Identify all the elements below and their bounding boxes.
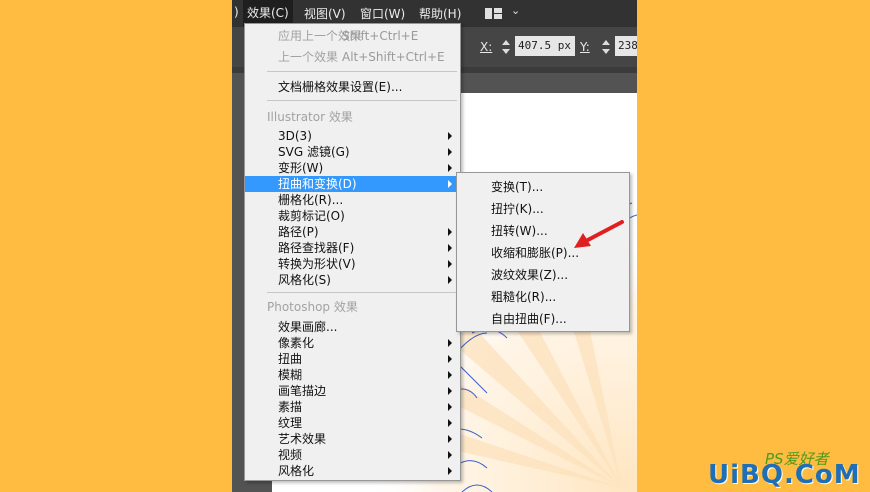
menu-item-warp[interactable]: 变形(W) — [245, 160, 460, 176]
submenu-arrow-icon — [448, 355, 452, 363]
chevron-down-icon[interactable]: ⌄ — [511, 4, 520, 17]
menu-item-sketch[interactable]: 素描 — [245, 399, 460, 415]
menu-item-effect-gallery[interactable]: 效果画廊... — [245, 319, 460, 335]
submenu-arrow-icon — [448, 339, 452, 347]
submenu-item-roughen[interactable]: 粗糙化(R)... — [457, 287, 629, 307]
submenu-arrow-icon — [448, 228, 452, 236]
menu-item-document-raster-settings[interactable]: 文档栅格效果设置(E)... — [245, 79, 460, 95]
menu-item-svg-filters[interactable]: SVG 滤镜(G) — [245, 144, 460, 160]
effect-menu: 应用上一个效果 Shift+Ctrl+E 上一个效果 Alt+Shift+Ctr… — [244, 23, 461, 481]
menu-item-artistic[interactable]: 艺术效果 — [245, 431, 460, 447]
menu-help[interactable]: 帮助(H) — [419, 5, 461, 22]
menu-item-3d[interactable]: 3D(3) — [245, 128, 460, 144]
watermark-en: UiBQ.CoM — [708, 460, 861, 490]
submenu-arrow-icon — [448, 467, 452, 475]
menu-window[interactable]: 窗口(W) — [360, 5, 405, 22]
submenu-arrow-icon — [448, 148, 452, 156]
menu-item-distort[interactable]: 扭曲 — [245, 351, 460, 367]
menu-separator — [267, 71, 457, 72]
menu-item-distort-transform[interactable]: 扭曲和变换(D) — [245, 176, 460, 192]
menu-item-path[interactable]: 路径(P) — [245, 224, 460, 240]
menu-item-stylize-ai[interactable]: 风格化(S) — [245, 272, 460, 288]
menu-item-partial[interactable]: ) — [234, 5, 239, 19]
menu-item-last-effect: 上一个效果 Alt+Shift+Ctrl+E — [278, 50, 445, 64]
red-arrow-icon — [574, 220, 624, 248]
submenu-item-transform[interactable]: 变换(T)... — [457, 177, 629, 197]
x-stepper[interactable] — [500, 37, 512, 57]
layout-grid-icon[interactable] — [485, 8, 502, 19]
menu-item-stylize-ps[interactable]: 风格化 — [245, 463, 460, 479]
submenu-arrow-icon — [448, 244, 452, 252]
menu-separator — [267, 100, 457, 101]
submenu-arrow-icon — [448, 164, 452, 172]
menu-item-rasterize[interactable]: 栅格化(R)... — [245, 192, 460, 208]
submenu-arrow-icon — [448, 419, 452, 427]
submenu-item-free-distort[interactable]: 自由扭曲(F)... — [457, 309, 629, 329]
submenu-arrow-icon — [448, 387, 452, 395]
submenu-item-zig-zag[interactable]: 波纹效果(Z)... — [457, 265, 629, 285]
menu-separator — [267, 292, 457, 293]
menu-item-apply-last-effect: 应用上一个效果 Shift+Ctrl+E — [278, 29, 419, 43]
submenu-arrow-icon — [448, 403, 452, 411]
section-header-photoshop-effects: Photoshop 效果 — [267, 300, 358, 314]
submenu-arrow-icon — [448, 371, 452, 379]
menu-item-blur[interactable]: 模糊 — [245, 367, 460, 383]
y-label: Y: — [580, 40, 590, 54]
menu-item-pathfinder[interactable]: 路径查找器(F) — [245, 240, 460, 256]
y-stepper[interactable] — [600, 37, 612, 57]
menu-item-convert-to-shape[interactable]: 转换为形状(V) — [245, 256, 460, 272]
submenu-arrow-icon — [448, 451, 452, 459]
y-field[interactable]: 238 — [615, 36, 637, 56]
submenu-arrow-icon — [448, 132, 452, 140]
section-header-illustrator-effects: Illustrator 效果 — [267, 110, 353, 124]
x-label: X: — [480, 40, 493, 54]
menu-item-texture[interactable]: 纹理 — [245, 415, 460, 431]
menu-item-crop-marks[interactable]: 裁剪标记(O) — [245, 208, 460, 224]
watermark-logo: PS爱好者 UiBQ.CoM — [705, 446, 865, 492]
x-field[interactable]: 407.5 px — [515, 36, 575, 56]
submenu-arrow-icon — [448, 260, 452, 268]
menu-item-brush-strokes[interactable]: 画笔描边 — [245, 383, 460, 399]
submenu-arrow-icon — [448, 276, 452, 284]
menu-item-video[interactable]: 视频 — [245, 447, 460, 463]
distort-transform-submenu: 变换(T)... 扭拧(K)... 扭转(W)... 收缩和膨胀(P)... 波… — [456, 172, 630, 332]
menu-item-pixelate[interactable]: 像素化 — [245, 335, 460, 351]
submenu-arrow-icon — [448, 435, 452, 443]
menu-view[interactable]: 视图(V) — [304, 5, 346, 22]
submenu-arrow-icon — [448, 180, 452, 188]
submenu-item-tweak[interactable]: 扭拧(K)... — [457, 199, 629, 219]
